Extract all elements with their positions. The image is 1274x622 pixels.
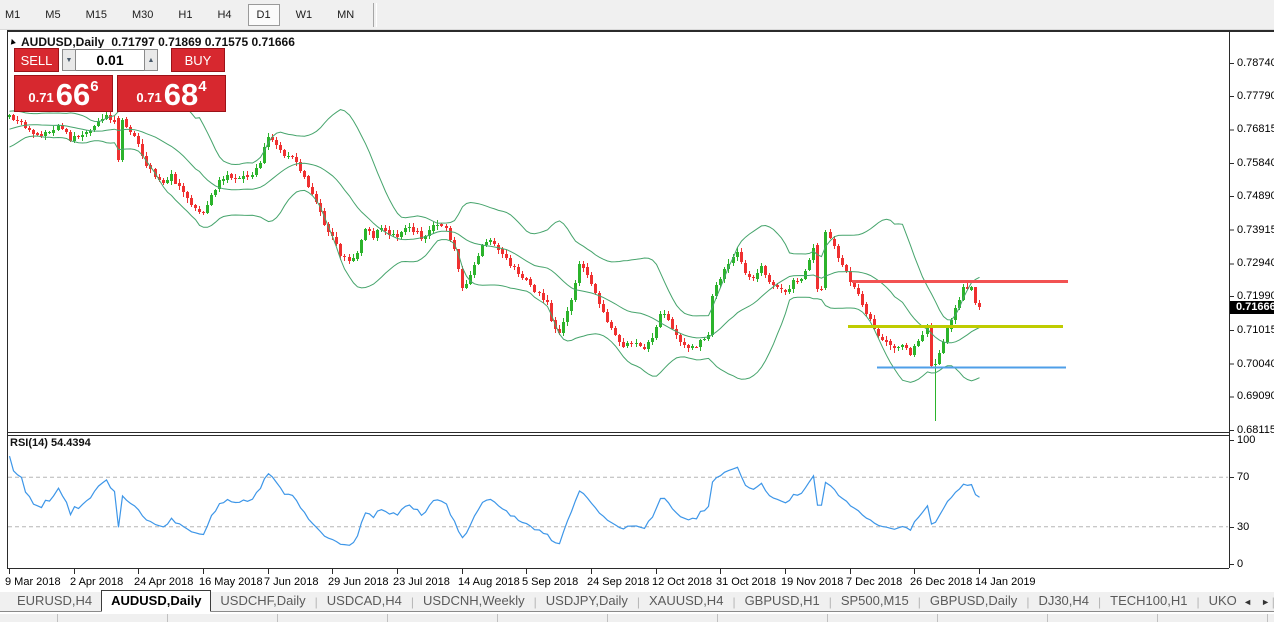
rsi-indicator-label: RSI(14) 54.4394 xyxy=(10,437,91,449)
buy-button[interactable]: BUY xyxy=(171,48,225,72)
tab-usdcad-h4[interactable]: USDCAD,H4 xyxy=(318,592,411,611)
date-axis-label: 24 Apr 2018 xyxy=(134,576,194,588)
chart-title: AUDUSD,Daily 0.71797 0.71869 0.71575 0.71… xyxy=(21,35,295,49)
date-axis-label: 23 Jul 2018 xyxy=(393,576,450,588)
date-axis-label: 29 Jun 2018 xyxy=(328,576,389,588)
volume-decrease-button[interactable]: ▼ xyxy=(62,49,76,71)
price-axis-label: 0.78740 xyxy=(1237,57,1274,69)
rsi-axis-label: 100 xyxy=(1237,434,1256,446)
date-axis-label: 2 Apr 2018 xyxy=(70,576,124,588)
one-click-trading-panel: SELL ▼ 0.01 ▲ BUY 0.71 66 6 0.71 68 4 xyxy=(14,48,226,112)
date-axis-label: 7 Jun 2018 xyxy=(264,576,319,588)
price-axis-label: 0.77790 xyxy=(1237,89,1274,102)
trade-panel-top-row: SELL ▼ 0.01 ▲ BUY xyxy=(14,48,226,72)
current-price-tag: 0.71666 xyxy=(1230,301,1274,314)
tab-scroll-left-button[interactable]: ◄ xyxy=(1243,595,1252,609)
chevron-up-icon: ▲ xyxy=(147,56,155,64)
rsi-axis-label: 30 xyxy=(1237,520,1250,533)
tab-eurusd-h4[interactable]: EURUSD,H4 xyxy=(8,592,101,611)
sell-price-button[interactable]: 0.71 66 6 xyxy=(14,75,113,112)
chevron-down-icon: ▼ xyxy=(65,56,73,64)
buy-price-big: 68 xyxy=(163,76,199,112)
sell-price-pip: 6 xyxy=(90,78,99,95)
tab-scroll-buttons: ◄ ► xyxy=(1237,595,1270,609)
tab-gbpusd-h1[interactable]: GBPUSD,H1 xyxy=(736,592,829,611)
price-axis-label: 0.74890 xyxy=(1237,189,1274,202)
tab-usdcnh-weekly[interactable]: USDCNH,Weekly xyxy=(414,592,534,611)
candlestick-series xyxy=(8,112,981,421)
rsi-axis-label: 0 xyxy=(1237,558,1244,570)
price-axis-label: 0.75840 xyxy=(1237,157,1274,170)
price-axis-label: 0.76815 xyxy=(1237,123,1274,136)
date-axis-label: 12 Oct 2018 xyxy=(652,576,712,588)
chart-symbol-period: AUDUSD,Daily xyxy=(21,35,105,49)
trade-panel-price-row: 0.71 66 6 0.71 68 4 xyxy=(14,75,226,112)
price-axis-label: 0.73915 xyxy=(1237,223,1274,236)
price-axis-label: 0.69090 xyxy=(1237,390,1274,403)
tab-dj30-h4[interactable]: DJ30,H4 xyxy=(1029,592,1098,611)
date-axis-label: 16 May 2018 xyxy=(199,576,263,588)
chart-ohlc-values: 0.71797 0.71869 0.71575 0.71666 xyxy=(111,35,295,49)
date-axis-label: 26 Dec 2018 xyxy=(910,576,973,588)
rsi-line xyxy=(8,455,980,546)
sell-button[interactable]: SELL xyxy=(14,48,59,72)
date-axis-label: 14 Aug 2018 xyxy=(458,576,520,588)
price-axis-label: 0.71015 xyxy=(1237,323,1274,336)
buy-price-button[interactable]: 0.71 68 4 xyxy=(117,75,226,112)
tab-tech100-h1[interactable]: TECH100,H1 xyxy=(1101,592,1196,611)
price-axis-label: 0.72940 xyxy=(1237,257,1274,270)
tab-sp500-m15[interactable]: SP500,M15 xyxy=(832,592,918,611)
date-axis-label: 24 Sep 2018 xyxy=(587,576,650,588)
date-axis-label: 5 Sep 2018 xyxy=(522,576,579,588)
price-axis-label: 0.70040 xyxy=(1237,357,1274,370)
date-axis-label: 31 Oct 2018 xyxy=(716,576,776,588)
buy-price-prefix: 0.71 xyxy=(136,90,162,105)
tab-scroll-right-button[interactable]: ► xyxy=(1261,595,1270,609)
date-axis-label: 9 Mar 2018 xyxy=(5,576,61,588)
volume-increase-button[interactable]: ▲ xyxy=(144,49,158,71)
mt4-window: M1 M5 M15 M30 H1 H4 D1 W1 MN ▲ AUDUSD,Daily 0.717… xyxy=(0,0,1274,622)
tab-gbpusd-daily[interactable]: GBPUSD,Daily xyxy=(921,592,1026,611)
tab-usdjpy-daily[interactable]: USDJPY,Daily xyxy=(537,592,637,611)
date-axis-label: 7 Dec 2018 xyxy=(846,576,903,588)
tab-xauusd-h4[interactable]: XAUUSD,H4 xyxy=(640,592,732,611)
sell-price-big: 66 xyxy=(55,76,91,112)
tab-audusd-daily[interactable]: AUDUSD,Daily xyxy=(101,590,212,612)
rsi-axis-label: 70 xyxy=(1237,471,1250,484)
buy-price-pip: 4 xyxy=(198,78,207,95)
tab-usdchf-daily[interactable]: USDCHF,Daily xyxy=(211,592,314,611)
sell-price-prefix: 0.71 xyxy=(28,90,54,105)
chart-tab-bar: EURUSD,H4 AUDUSD,Daily USDCHF,Daily | USDCAD… xyxy=(0,590,1274,612)
volume-input[interactable]: 0.01 xyxy=(76,49,144,71)
date-axis-label: 14 Jan 2019 xyxy=(975,576,1036,588)
date-axis-label: 19 Nov 2018 xyxy=(781,576,844,588)
